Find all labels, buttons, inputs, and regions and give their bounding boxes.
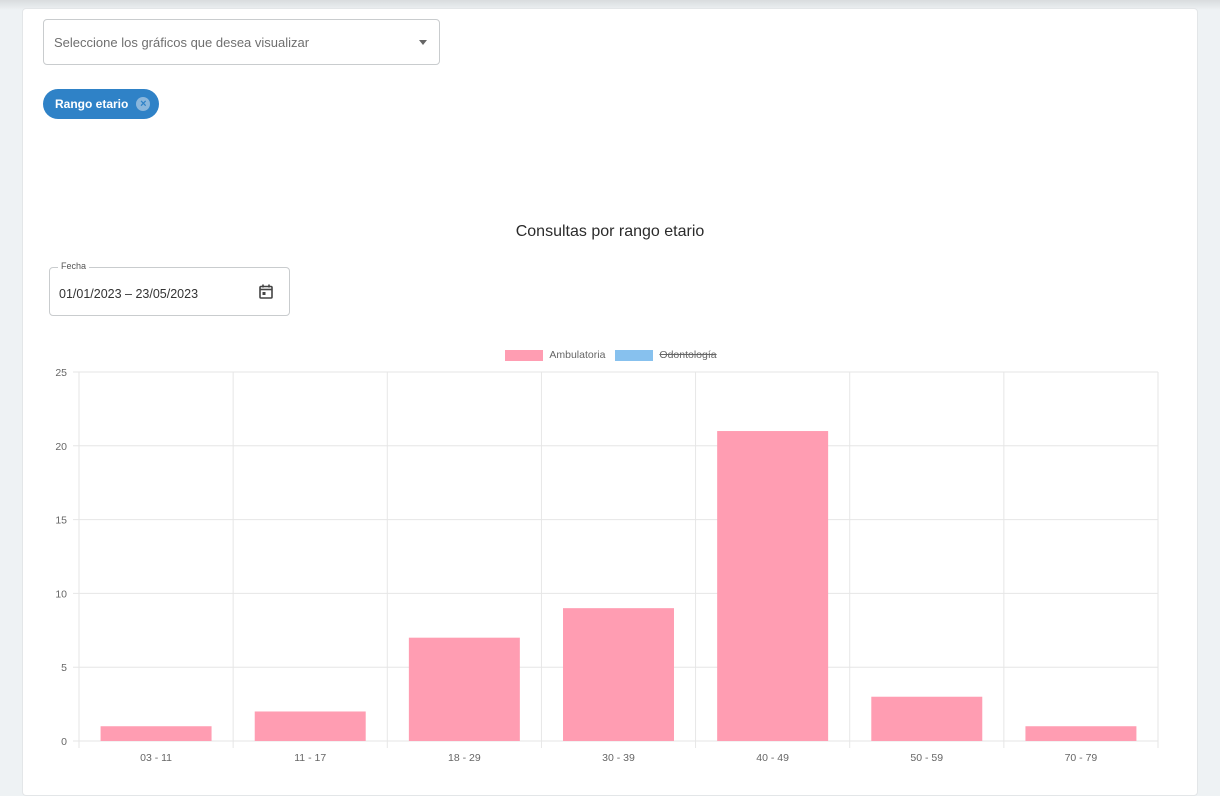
bar-03-11: [100, 726, 212, 741]
y-tick-label: 20: [55, 441, 67, 453]
date-range-value: 01/01/2023 – 23/05/2023: [59, 287, 199, 301]
calendar-icon[interactable]: [259, 284, 273, 299]
caret-down-icon: [419, 40, 427, 45]
chart-selector-placeholder: Seleccione los gráficos que desea visual…: [54, 35, 310, 50]
bar-70-79: [1025, 726, 1137, 741]
x-tick-label: 11 - 17: [294, 752, 326, 764]
y-tick-label: 15: [55, 515, 67, 527]
y-tick-label: 25: [55, 367, 67, 379]
bar-50-59: [871, 696, 983, 741]
date-range-field[interactable]: Fecha 01/01/2023 – 23/05/2023: [49, 261, 290, 316]
x-tick-label: 03 - 11: [140, 752, 172, 764]
y-tick-label: 10: [55, 588, 67, 600]
bar-18-29: [408, 637, 520, 741]
chart-title: Consultas por rango etario: [515, 223, 705, 240]
chip-label: Rango etario: [55, 97, 129, 111]
x-tick-label: 50 - 59: [910, 752, 943, 764]
bar-30-39: [563, 608, 674, 741]
close-icon[interactable]: ×: [136, 97, 151, 111]
rango-etario-chip[interactable]: Rango etario ×: [43, 89, 160, 119]
x-tick-label: 70 - 79: [1065, 752, 1098, 764]
x-tick-label: 40 - 49: [756, 752, 789, 764]
charts-card: Seleccione los gráficos que desea visual…: [22, 8, 1198, 796]
x-tick-label: 30 - 39: [602, 752, 635, 764]
bar-chart: 0 5 10 15 20 25 03 - 11 11 - 17 18 - 29 30 - 39 40…: [55, 367, 1159, 764]
x-tick-label: 18 - 29: [448, 752, 481, 764]
bar-40-49: [717, 431, 829, 741]
y-tick-label: 5: [61, 662, 67, 674]
chart-selector-dropdown[interactable]: Seleccione los gráficos que desea visual…: [43, 19, 440, 65]
y-tick-label: 0: [61, 736, 67, 748]
date-field-label: Fecha: [58, 261, 90, 271]
bar-11-17: [254, 711, 366, 741]
